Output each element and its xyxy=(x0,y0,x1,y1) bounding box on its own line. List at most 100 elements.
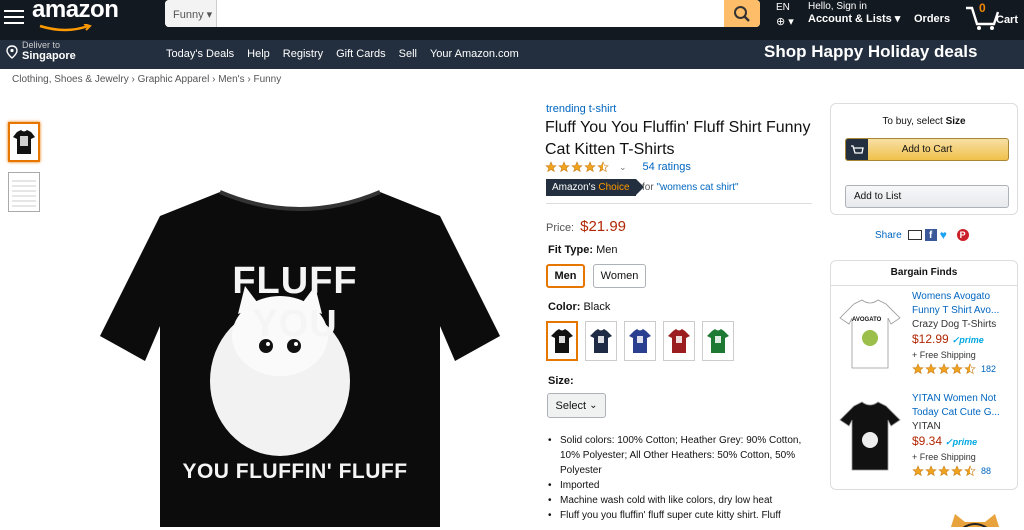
shirt-print-text: AVOGATO xyxy=(852,317,882,323)
bargain-item-price: $12.99 xyxy=(912,332,949,346)
search-category-dropdown[interactable]: Funny ▾ xyxy=(165,0,217,27)
search-button[interactable] xyxy=(724,0,760,27)
color-label: Color: xyxy=(548,301,581,313)
fit-type-row: Fit Type: Men xyxy=(548,244,617,256)
color-swatch[interactable] xyxy=(546,321,578,361)
color-swatch[interactable] xyxy=(663,321,695,361)
tshirt-icon xyxy=(590,329,612,353)
add-to-cart-label: Add to Cart xyxy=(901,144,953,155)
share-label[interactable]: Share xyxy=(875,230,902,241)
account-menu[interactable]: Hello, Sign in Account & Lists ▾ xyxy=(808,1,900,25)
deliver-to[interactable]: Deliver to Singapore xyxy=(6,40,76,62)
feature-bullet: Fluff you you fluffin' fluff super cute … xyxy=(548,508,818,523)
cart-label[interactable]: Cart xyxy=(996,14,1018,26)
star-icon xyxy=(951,465,963,477)
size-select-dropdown[interactable]: Select ⌄ xyxy=(547,393,606,418)
pinterest-icon[interactable]: P xyxy=(956,229,969,241)
divider xyxy=(546,203,812,204)
search-input[interactable] xyxy=(217,0,724,27)
tshirt-icon xyxy=(839,299,901,369)
shirt-text-bottom: YOU FLUFFIN' FLUFF xyxy=(182,460,408,483)
price-label: Price: xyxy=(546,222,575,234)
thumbnail-size-chart[interactable] xyxy=(8,172,40,212)
product-image[interactable]: FLUFF YOU YOU FLUFFIN' FLUFF xyxy=(100,186,500,527)
fit-option-women[interactable]: Women xyxy=(593,264,646,288)
star-rating[interactable] xyxy=(545,161,609,173)
deliver-to-label: Deliver to xyxy=(22,40,61,50)
facebook-icon[interactable]: f xyxy=(924,229,937,241)
nav-link-gift-cards[interactable]: Gift Cards xyxy=(336,48,386,60)
fit-option-men[interactable]: Men xyxy=(546,264,585,288)
nav-link-help[interactable]: Help xyxy=(247,48,270,60)
fit-type-label: Fit Type: xyxy=(548,244,594,256)
rating-row: ⌄ 54 ratings xyxy=(545,161,691,173)
star-icon xyxy=(964,363,976,375)
brand-link[interactable]: trending t-shirt xyxy=(546,103,616,115)
nav-link-sell[interactable]: Sell xyxy=(399,48,417,60)
email-icon[interactable] xyxy=(907,230,922,240)
globe-icon: ⊕ ▾ xyxy=(776,16,794,28)
amazon-logo[interactable]: amazon xyxy=(32,0,119,24)
color-swatch[interactable] xyxy=(624,321,656,361)
star-icon xyxy=(545,161,557,173)
price-value: $21.99 xyxy=(580,218,627,235)
breadcrumb[interactable]: Clothing, Shoes & Jewelry › Graphic Appa… xyxy=(12,74,281,85)
ratings-count-link[interactable]: 54 ratings xyxy=(643,161,691,173)
tshirt-icon xyxy=(839,401,901,471)
bargain-item-rating[interactable]: 182 xyxy=(912,362,1012,376)
search-icon xyxy=(734,5,750,22)
badge-query-link[interactable]: "womens cat shirt" xyxy=(656,182,738,193)
color-value: Black xyxy=(583,301,611,313)
feature-bullet: Machine wash cold with like colors, dry … xyxy=(548,493,818,508)
star-icon xyxy=(964,465,976,477)
add-to-list-button[interactable]: Add to List xyxy=(845,185,1009,208)
tshirt-icon xyxy=(668,329,690,353)
nav-link-todays-deals[interactable]: Today's Deals xyxy=(166,48,234,60)
bargain-item-rating[interactable]: 88 xyxy=(912,464,1012,478)
buy-box-instruction-text: To buy, select xyxy=(882,116,946,127)
size-chart-icon xyxy=(12,180,36,207)
star-icon xyxy=(912,363,924,375)
orders-link[interactable]: Orders xyxy=(914,13,950,25)
badge-for-label: for xyxy=(642,182,654,193)
nav-link-your-amazon[interactable]: Your Amazon.com xyxy=(430,48,519,60)
color-swatch[interactable] xyxy=(702,321,734,361)
star-icon xyxy=(571,161,583,173)
star-icon xyxy=(951,363,963,375)
badge-label: Amazon's xyxy=(552,182,599,193)
chevron-down-icon[interactable]: ⌄ xyxy=(619,162,627,173)
amazons-choice-badge[interactable]: Amazon's Choice xyxy=(546,179,643,196)
language-selector[interactable]: EN ⊕ ▾ xyxy=(776,2,794,28)
buy-box: To buy, select Size Add to Cart Add to L… xyxy=(830,103,1018,215)
bargain-item-title[interactable]: YITAN Women Not Today Cat Cute G... xyxy=(912,392,1012,420)
add-to-list-label: Add to List xyxy=(854,191,902,202)
star-icon xyxy=(925,465,937,477)
bargain-item-seller: YITAN xyxy=(912,421,941,432)
nav-link-registry[interactable]: Registry xyxy=(283,48,323,60)
bargain-item-image[interactable] xyxy=(836,298,904,370)
add-to-cart-button[interactable]: Add to Cart xyxy=(845,138,1009,161)
feature-bullet: Solid colors: 100% Cotton; Heather Grey:… xyxy=(548,433,818,478)
fit-option-label: Women xyxy=(600,270,639,282)
bargain-item-shipping: + Free Shipping xyxy=(912,350,976,360)
language-code: EN xyxy=(776,2,790,13)
thumbnail-main[interactable] xyxy=(8,122,40,162)
recommendation-image-partial[interactable] xyxy=(945,510,1005,527)
share-row: Share f ♥ P xyxy=(875,229,969,241)
tshirt-icon xyxy=(551,329,573,353)
twitter-icon[interactable]: ♥ xyxy=(940,229,954,241)
color-swatch[interactable] xyxy=(585,321,617,361)
size-select-label: Select xyxy=(555,399,587,412)
bargain-item-price: $9.34 xyxy=(912,434,943,448)
holiday-promo-banner[interactable]: Shop Happy Holiday deals xyxy=(764,42,978,62)
bargain-item-review-count[interactable]: 88 xyxy=(981,464,991,478)
caret-down-icon: ▾ xyxy=(894,13,901,25)
bargain-item-title[interactable]: Womens Avogato Funny T Shirt Avo... xyxy=(912,290,1012,318)
menu-icon[interactable] xyxy=(4,6,24,26)
tshirt-thumb-icon xyxy=(13,130,35,154)
bargain-item-image[interactable] xyxy=(836,400,904,472)
product-title: Fluff You You Fluffin' Fluff Shirt Funny… xyxy=(545,119,811,158)
bargain-item-review-count[interactable]: 182 xyxy=(981,362,996,376)
star-icon xyxy=(925,363,937,375)
price-row: Price: $21.99 xyxy=(546,218,626,235)
